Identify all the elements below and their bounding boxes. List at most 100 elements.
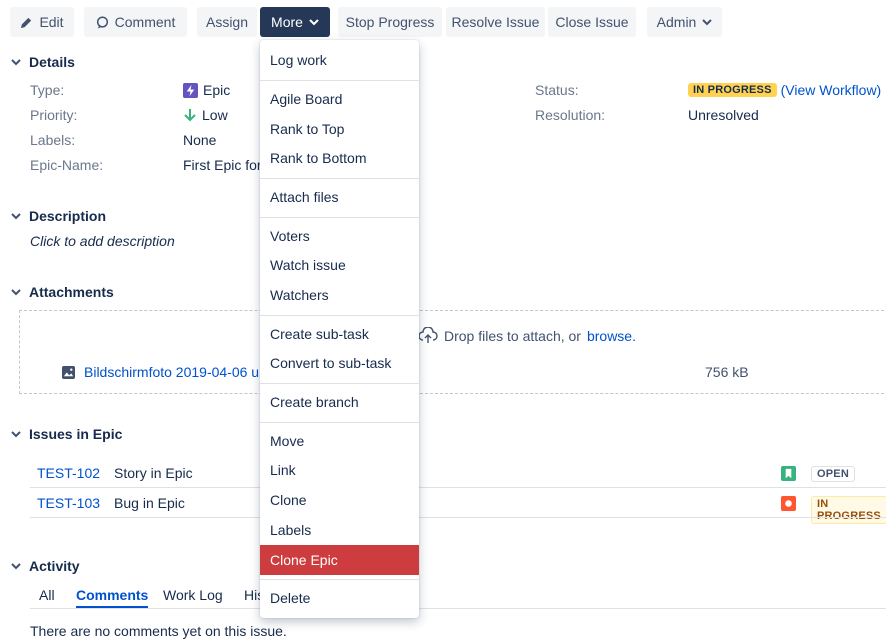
epic-icon: [183, 82, 198, 98]
type-label: Type:: [30, 82, 65, 98]
row-divider: [30, 487, 886, 488]
type-text: Epic: [203, 82, 231, 98]
menu-separator: [260, 422, 419, 423]
chevron-down-icon: [11, 563, 21, 570]
table-row[interactable]: TEST-102 Story in Epic: [37, 465, 193, 481]
resolve-issue-label: Resolve Issue: [451, 14, 540, 30]
arrow-down-icon: [184, 109, 196, 122]
resolution-value: Unresolved: [688, 107, 759, 123]
tab-work-log[interactable]: Work Log: [163, 587, 223, 603]
edit-label: Edit: [39, 14, 64, 30]
menu-item-rank-to-bottom[interactable]: Rank to Bottom: [260, 143, 419, 173]
issue-summary: Story in Epic: [114, 465, 193, 481]
admin-button[interactable]: Admin: [647, 7, 722, 37]
issue-summary: Bug in Epic: [114, 495, 185, 511]
image-file-icon: [62, 365, 75, 379]
status-badge: OPEN: [811, 466, 855, 482]
more-button[interactable]: More: [260, 7, 330, 37]
comment-icon: [96, 15, 108, 29]
chevron-down-icon: [702, 19, 713, 26]
labels-value[interactable]: None: [183, 132, 216, 148]
attachments-toggle[interactable]: Attachments: [11, 284, 114, 300]
issue-key-link[interactable]: TEST-102: [37, 465, 100, 481]
attachment-file-size: 756 kB: [705, 364, 749, 380]
more-label: More: [271, 14, 303, 30]
menu-separator: [260, 383, 419, 384]
assign-label: Assign: [205, 14, 249, 30]
menu-separator: [260, 178, 419, 179]
menu-separator: [260, 579, 419, 580]
close-issue-label: Close Issue: [555, 14, 629, 30]
table-row[interactable]: TEST-103 Bug in Epic: [37, 495, 185, 511]
edit-button[interactable]: Edit: [10, 7, 74, 37]
issues-in-epic-toggle[interactable]: Issues in Epic: [11, 426, 122, 442]
status-badge: IN PROGRESS: [688, 83, 777, 97]
priority-value: Low: [183, 107, 228, 123]
menu-item-create-sub-task[interactable]: Create sub-task: [260, 319, 419, 349]
attachment-file-name[interactable]: Bildschirmfoto 2019-04-06 u: [84, 364, 259, 380]
menu-item-labels[interactable]: Labels: [260, 515, 419, 545]
activity-heading: Activity: [29, 558, 80, 574]
description-heading: Description: [29, 208, 107, 224]
status-value: IN PROGRESS (View Workflow): [688, 82, 881, 98]
menu-separator: [260, 217, 419, 218]
attachments-heading: Attachments: [29, 284, 114, 300]
description-toggle[interactable]: Description: [11, 208, 106, 224]
drop-text: Drop files to attach, or browse.: [418, 327, 636, 345]
tab-comments[interactable]: Comments: [76, 587, 149, 608]
attachment-file[interactable]: Bildschirmfoto 2019-04-06 u: [62, 364, 259, 380]
bug-icon: [781, 496, 796, 511]
details-heading: Details: [29, 54, 75, 70]
admin-label: Admin: [656, 14, 697, 30]
description-placeholder[interactable]: Click to add description: [30, 233, 175, 249]
menu-item-watch-issue[interactable]: Watch issue: [260, 250, 419, 280]
pencil-icon: [21, 17, 32, 28]
comment-button[interactable]: Comment: [84, 7, 187, 37]
issues-in-epic-heading: Issues in Epic: [29, 426, 123, 442]
chevron-down-icon: [11, 431, 21, 438]
menu-separator: [260, 80, 419, 81]
browse-link[interactable]: browse.: [587, 328, 636, 344]
drop-label: Drop files to attach, or: [444, 328, 581, 344]
more-dropdown-menu: Log work Agile Board Rank to Top Rank to…: [260, 40, 419, 618]
epic-name-value[interactable]: First Epic for: [183, 157, 262, 173]
assign-button[interactable]: Assign: [197, 7, 257, 37]
close-issue-button[interactable]: Close Issue: [548, 7, 636, 37]
menu-item-move[interactable]: Move: [260, 426, 419, 456]
menu-item-convert-to-sub-task[interactable]: Convert to sub-task: [260, 348, 419, 378]
resolve-issue-button[interactable]: Resolve Issue: [446, 7, 545, 37]
menu-item-rank-to-top[interactable]: Rank to Top: [260, 114, 419, 144]
stop-progress-button[interactable]: Stop Progress: [338, 7, 442, 37]
menu-item-clone-epic[interactable]: Clone Epic: [260, 545, 419, 575]
menu-item-link[interactable]: Link: [260, 455, 419, 485]
menu-item-delete[interactable]: Delete: [260, 583, 419, 613]
attachment-dropzone[interactable]: [19, 310, 886, 394]
activity-toggle[interactable]: Activity: [11, 558, 80, 574]
details-toggle[interactable]: Details: [11, 54, 75, 70]
menu-item-attach-files[interactable]: Attach files: [260, 182, 419, 212]
menu-item-create-branch[interactable]: Create branch: [260, 387, 419, 417]
tab-all[interactable]: All: [39, 587, 55, 603]
story-icon: [781, 466, 796, 481]
chevron-down-icon: [309, 19, 319, 26]
tabs-divider: [30, 608, 886, 609]
status-badge: IN PROGRESS: [811, 496, 886, 524]
chevron-down-icon: [11, 289, 21, 296]
view-workflow-link[interactable]: (View Workflow): [781, 82, 882, 98]
row-divider: [30, 517, 886, 518]
menu-separator: [260, 315, 419, 316]
menu-item-log-work[interactable]: Log work: [260, 45, 419, 75]
menu-item-clone[interactable]: Clone: [260, 485, 419, 515]
no-comments-text: There are no comments yet on this issue.: [30, 623, 287, 639]
chevron-down-icon: [11, 213, 21, 220]
menu-item-watchers[interactable]: Watchers: [260, 280, 419, 310]
status-label: Status:: [535, 82, 579, 98]
epic-name-label: Epic-Name:: [30, 157, 104, 173]
menu-item-voters[interactable]: Voters: [260, 221, 419, 251]
stop-progress-label: Stop Progress: [345, 14, 435, 30]
issue-key-link[interactable]: TEST-103: [37, 495, 100, 511]
chevron-down-icon: [11, 59, 21, 66]
comment-label: Comment: [114, 14, 176, 30]
menu-item-agile-board[interactable]: Agile Board: [260, 84, 419, 114]
upload-cloud-icon: [418, 327, 438, 343]
